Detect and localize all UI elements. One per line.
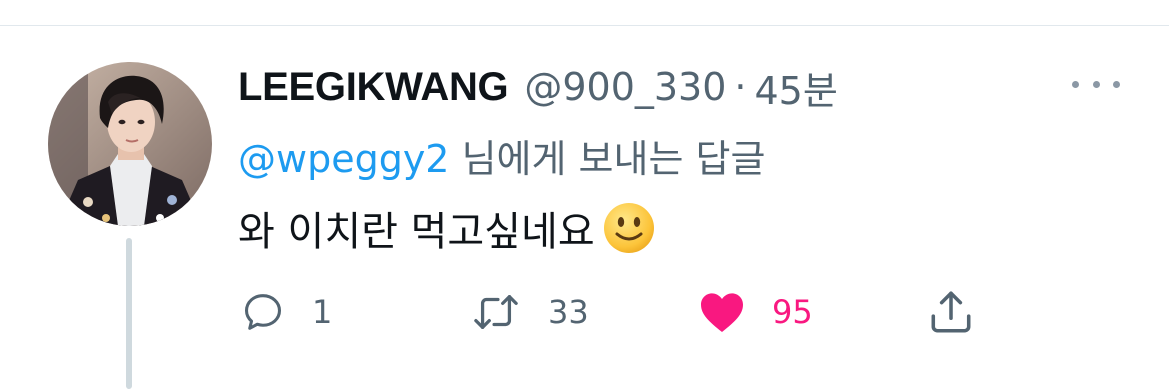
thread-line: [126, 238, 132, 389]
top-divider: [0, 25, 1169, 26]
reply-to-mention-link[interactable]: @wpeggy2: [238, 137, 450, 181]
more-dot-icon: [1072, 80, 1079, 88]
user-handle[interactable]: @900_330: [524, 65, 726, 109]
share-button[interactable]: [926, 284, 976, 340]
heart-icon: [701, 293, 743, 332]
slightly-smiling-face-icon: [601, 200, 657, 256]
timestamp[interactable]: 45분: [755, 60, 838, 115]
reply-icon: [244, 294, 282, 330]
separator-dot: ·: [734, 65, 747, 109]
reply-button[interactable]: 1: [240, 284, 332, 340]
retweet-button[interactable]: 33: [470, 284, 589, 340]
more-dot-icon: [1113, 80, 1120, 88]
tweet-text: 와 이치란 먹고싶네요: [238, 198, 657, 258]
retweet-count: 33: [548, 293, 589, 331]
display-name[interactable]: LEEGIKWANG: [238, 65, 509, 110]
more-dot-icon: [1092, 80, 1100, 88]
tweet-header: LEEGIKWANG @900_330 · 45분: [238, 60, 838, 115]
avatar[interactable]: [48, 62, 212, 226]
more-options-button[interactable]: [1072, 72, 1120, 96]
retweet-icon: [474, 295, 518, 329]
share-icon: [931, 291, 971, 333]
replying-to: @wpeggy2 님에게 보내는 답글: [238, 128, 766, 181]
like-count: 95: [772, 293, 813, 331]
reply-count: 1: [312, 293, 333, 331]
reply-to-suffix: 님에게 보내는 답글: [449, 137, 766, 181]
like-button[interactable]: 95: [698, 284, 813, 340]
tweet-body: 와 이치란 먹고싶네요: [238, 209, 595, 255]
